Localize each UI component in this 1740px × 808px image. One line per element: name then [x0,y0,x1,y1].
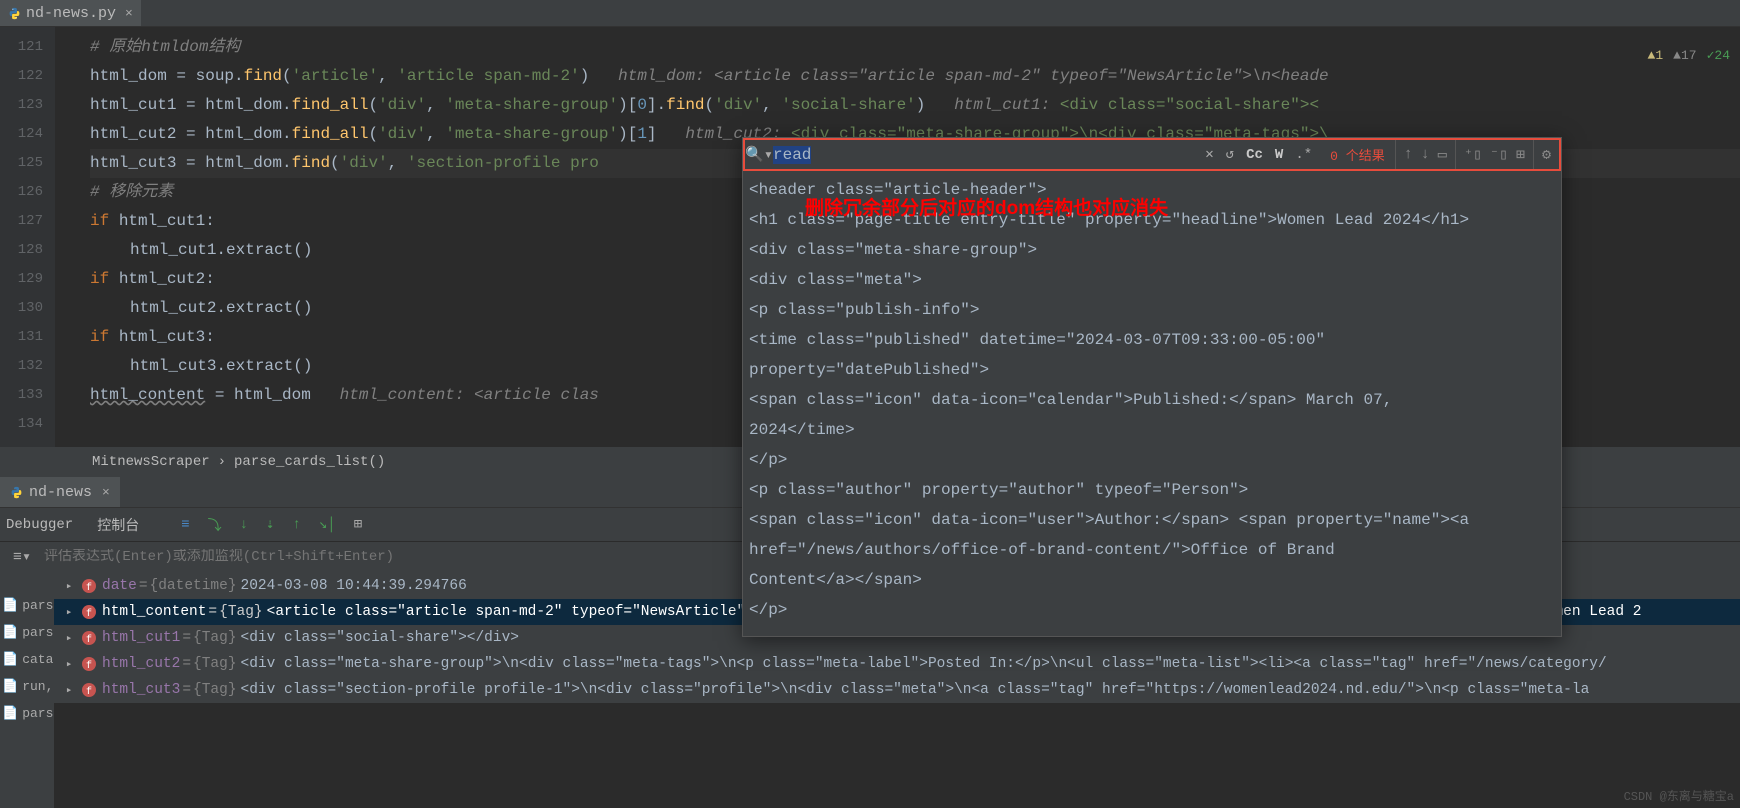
field-icon: f [81,578,97,594]
svg-text:f: f [86,582,92,594]
chevron-right-icon[interactable]: ▸ [62,605,76,619]
frames-sidebar: 📄pars 📄pars 📄cata 📄run, 📄pars [0,592,54,808]
step-into-icon[interactable]: ↓ [240,517,248,533]
popup-search-bar: 🔍▾ read ✕ ↺ Cc W .* 0 个结果 ↑ ↓ ▭ ⁺▯ ⁻▯ ⊞ … [743,138,1561,171]
svg-text:f: f [86,660,92,672]
chevron-right-icon[interactable]: ▸ [62,683,76,697]
chevron-right-icon[interactable]: ▸ [62,579,76,593]
editor-tab-bar: nd-news.py × [0,0,1740,27]
line-gutter: 121122123 124125126 127128129 130131132 … [0,27,55,447]
close-icon[interactable]: × [102,485,110,500]
show-execution-icon[interactable]: ≡ [181,517,189,533]
chevron-right-icon[interactable]: ▸ [62,631,76,645]
next-match-icon[interactable]: ↓ [1421,146,1430,163]
tab-label: nd-news.py [26,5,116,22]
match-case-button[interactable]: Cc [1246,147,1263,163]
step-into-my-icon[interactable]: ⇣ [266,516,274,533]
field-icon: f [81,682,97,698]
watermark: CSDN @东离与糖宝a [1624,787,1734,804]
svg-text:f: f [86,634,92,646]
svg-text:f: f [86,686,92,698]
python-icon [10,486,23,499]
annotation-text: 删除冗余部分后对应的dom结构也对应消失 [805,194,1168,224]
words-button[interactable]: W [1275,147,1283,163]
view-value-popup: 🔍▾ read ✕ ↺ Cc W .* 0 个结果 ↑ ↓ ▭ ⁺▯ ⁻▯ ⊞ … [742,137,1562,637]
field-icon: f [81,630,97,646]
frame-item[interactable]: 📄pars [0,619,54,646]
history-icon[interactable]: ↺ [1226,146,1234,163]
regex-button[interactable]: .* [1295,147,1312,163]
debugger-tab[interactable]: Debugger [6,517,73,533]
add-selection-icon[interactable]: ⁺▯ [1464,145,1482,164]
variable-row[interactable]: ▸ f html_cut3 = {Tag} <div class="sectio… [0,677,1740,703]
frame-item[interactable]: 📄run, [0,673,54,700]
python-icon [8,7,21,20]
prev-match-icon[interactable]: ↑ [1404,146,1413,163]
popup-content[interactable]: 删除冗余部分后对应的dom结构也对应消失 <header class="arti… [743,171,1561,636]
run-to-cursor-icon[interactable]: ↘│ [319,516,336,533]
search-icon: 🔍▾ [745,145,773,164]
clear-icon[interactable]: ✕ [1205,146,1213,163]
search-input[interactable]: read [773,146,1197,164]
evaluate-icon[interactable]: ⊞ [354,516,362,533]
crumb-method[interactable]: parse_cards_list() [234,454,385,470]
crumb-sep: › [218,454,226,470]
menu-icon[interactable]: ≡▾ [0,547,44,566]
remove-selection-icon[interactable]: ⁻▯ [1490,145,1508,164]
file-tab[interactable]: nd-news.py × [0,0,141,26]
debug-run-tab[interactable]: nd-news × [0,477,120,507]
select-all-occ-icon[interactable]: ⊞ [1516,145,1525,164]
chevron-right-icon[interactable]: ▸ [62,657,76,671]
variable-row[interactable]: ▸ f html_cut2 = {Tag} <div class="meta-s… [0,651,1740,677]
step-over-icon[interactable]: ⤵ [208,515,222,535]
field-icon: f [81,604,97,620]
frame-item[interactable]: 📄pars [0,592,54,619]
frame-item[interactable]: 📄cata [0,646,54,673]
filter-icon[interactable]: ⚙ [1542,145,1551,164]
frame-item[interactable]: 📄pars [0,700,54,727]
close-tab-icon[interactable]: × [125,6,133,21]
select-all-icon[interactable]: ▭ [1438,145,1447,164]
console-tab[interactable]: 控制台 [97,515,139,535]
field-icon: f [81,656,97,672]
result-count: 0 个结果 [1330,145,1385,164]
crumb-class[interactable]: MitnewsScraper [92,454,210,470]
step-out-icon[interactable]: ↑ [292,517,300,533]
svg-text:f: f [86,608,92,620]
